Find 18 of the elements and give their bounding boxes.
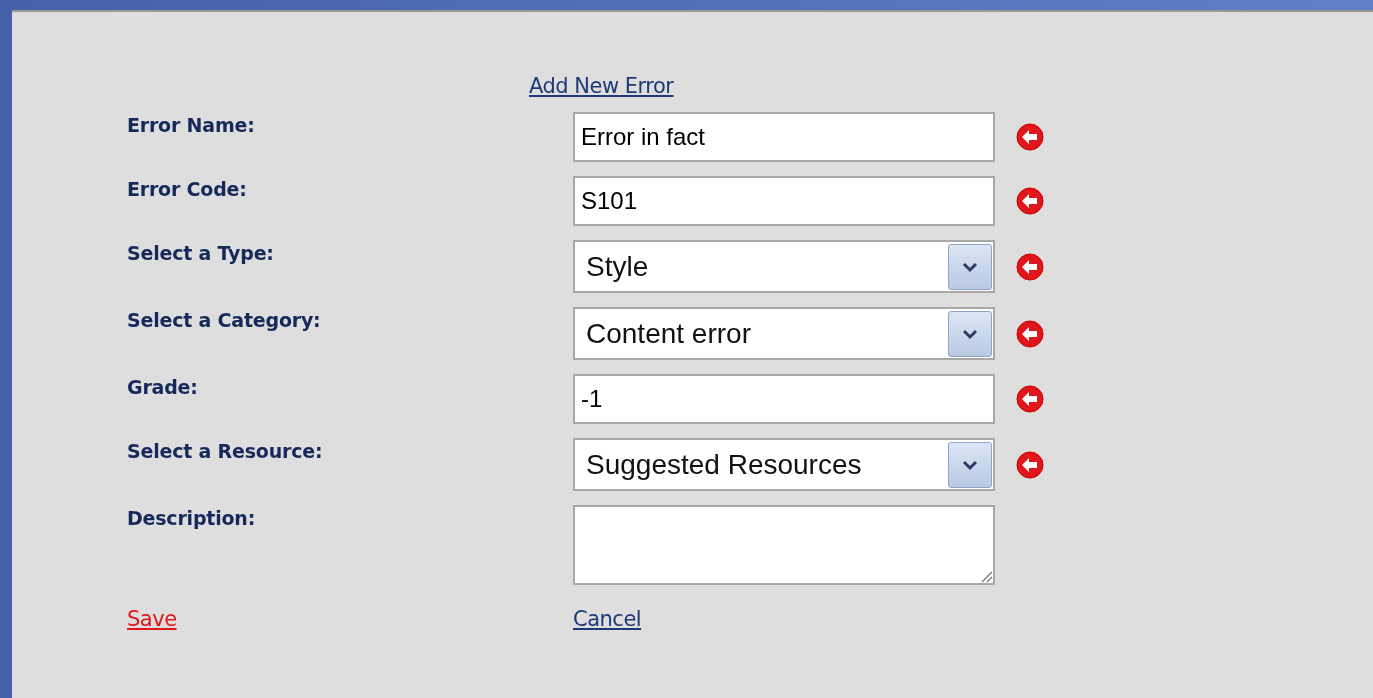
field-label: Error Code: <box>127 177 248 202</box>
save-link[interactable]: Save <box>127 607 573 631</box>
field-label: Grade: <box>127 375 199 400</box>
description-textarea[interactable] <box>573 505 995 585</box>
dropdown[interactable]: Style <box>573 240 995 293</box>
dropdown[interactable]: Content error <box>573 307 995 360</box>
text-field[interactable]: Error in fact <box>573 112 995 162</box>
field-label: Description: <box>127 506 257 531</box>
add-new-error-link[interactable]: Add New Error <box>529 74 674 98</box>
field-label: Select a Resource: <box>127 439 324 464</box>
resize-grip-icon[interactable] <box>979 569 993 583</box>
field-label: Select a Category: <box>127 308 322 333</box>
field-label: Select a Type: <box>127 241 275 266</box>
field-label: Error Name: <box>127 113 256 138</box>
text-field[interactable]: S101 <box>573 176 995 226</box>
dropdown[interactable]: Suggested Resources <box>573 438 995 491</box>
cancel-link[interactable]: Cancel <box>573 607 642 631</box>
text-field[interactable]: -1 <box>573 374 995 424</box>
